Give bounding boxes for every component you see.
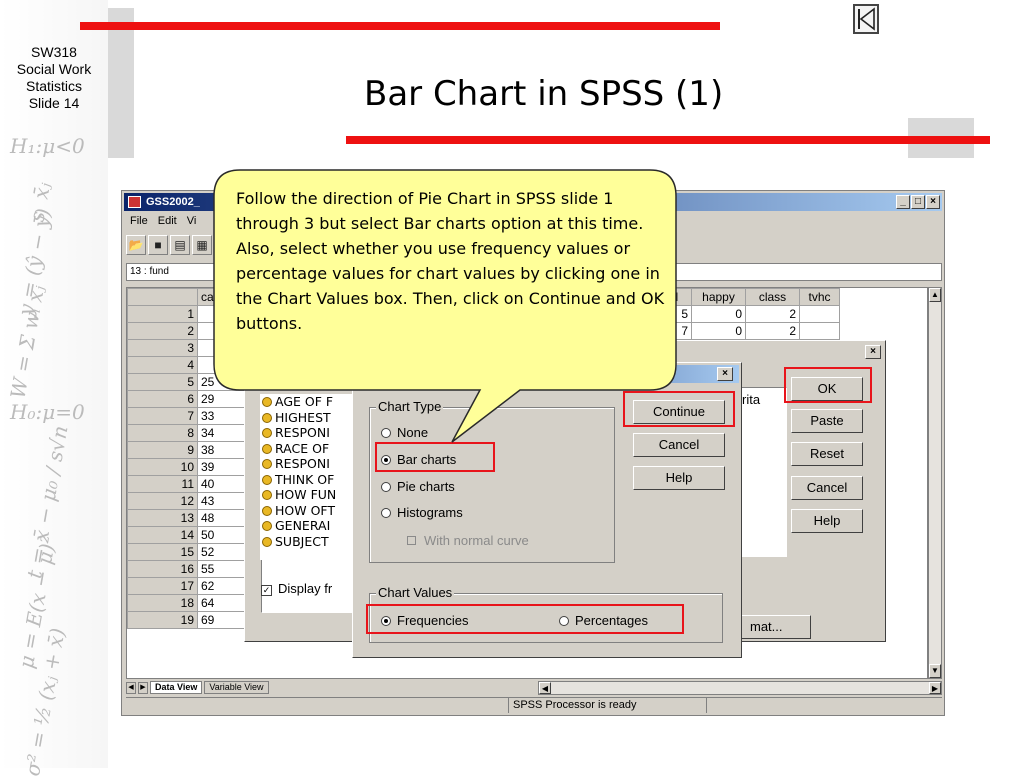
- callout-text: Follow the direction of Pie Chart in SPS…: [236, 189, 665, 333]
- callout-bubble: [213, 169, 677, 443]
